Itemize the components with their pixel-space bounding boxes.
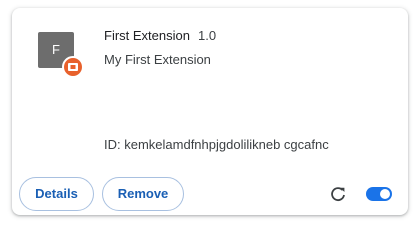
extension-icon-group: F <box>38 32 86 80</box>
extension-card: F First Extension 1.0 My First Extension … <box>12 8 408 215</box>
extension-description: My First Extension <box>104 52 211 67</box>
enable-toggle[interactable] <box>366 187 392 201</box>
unpacked-source-badge-icon <box>62 56 84 78</box>
toggle-knob <box>380 189 390 199</box>
reload-icon[interactable] <box>330 186 346 202</box>
remove-button[interactable]: Remove <box>102 177 184 211</box>
extension-id: ID: kemkelamdfnhpjgdolilikneb cgcafnc <box>104 137 329 152</box>
extension-name: First Extension <box>104 28 190 43</box>
details-button[interactable]: Details <box>19 177 94 211</box>
extension-title-row: First Extension 1.0 <box>104 28 216 43</box>
extension-version: 1.0 <box>197 28 217 43</box>
